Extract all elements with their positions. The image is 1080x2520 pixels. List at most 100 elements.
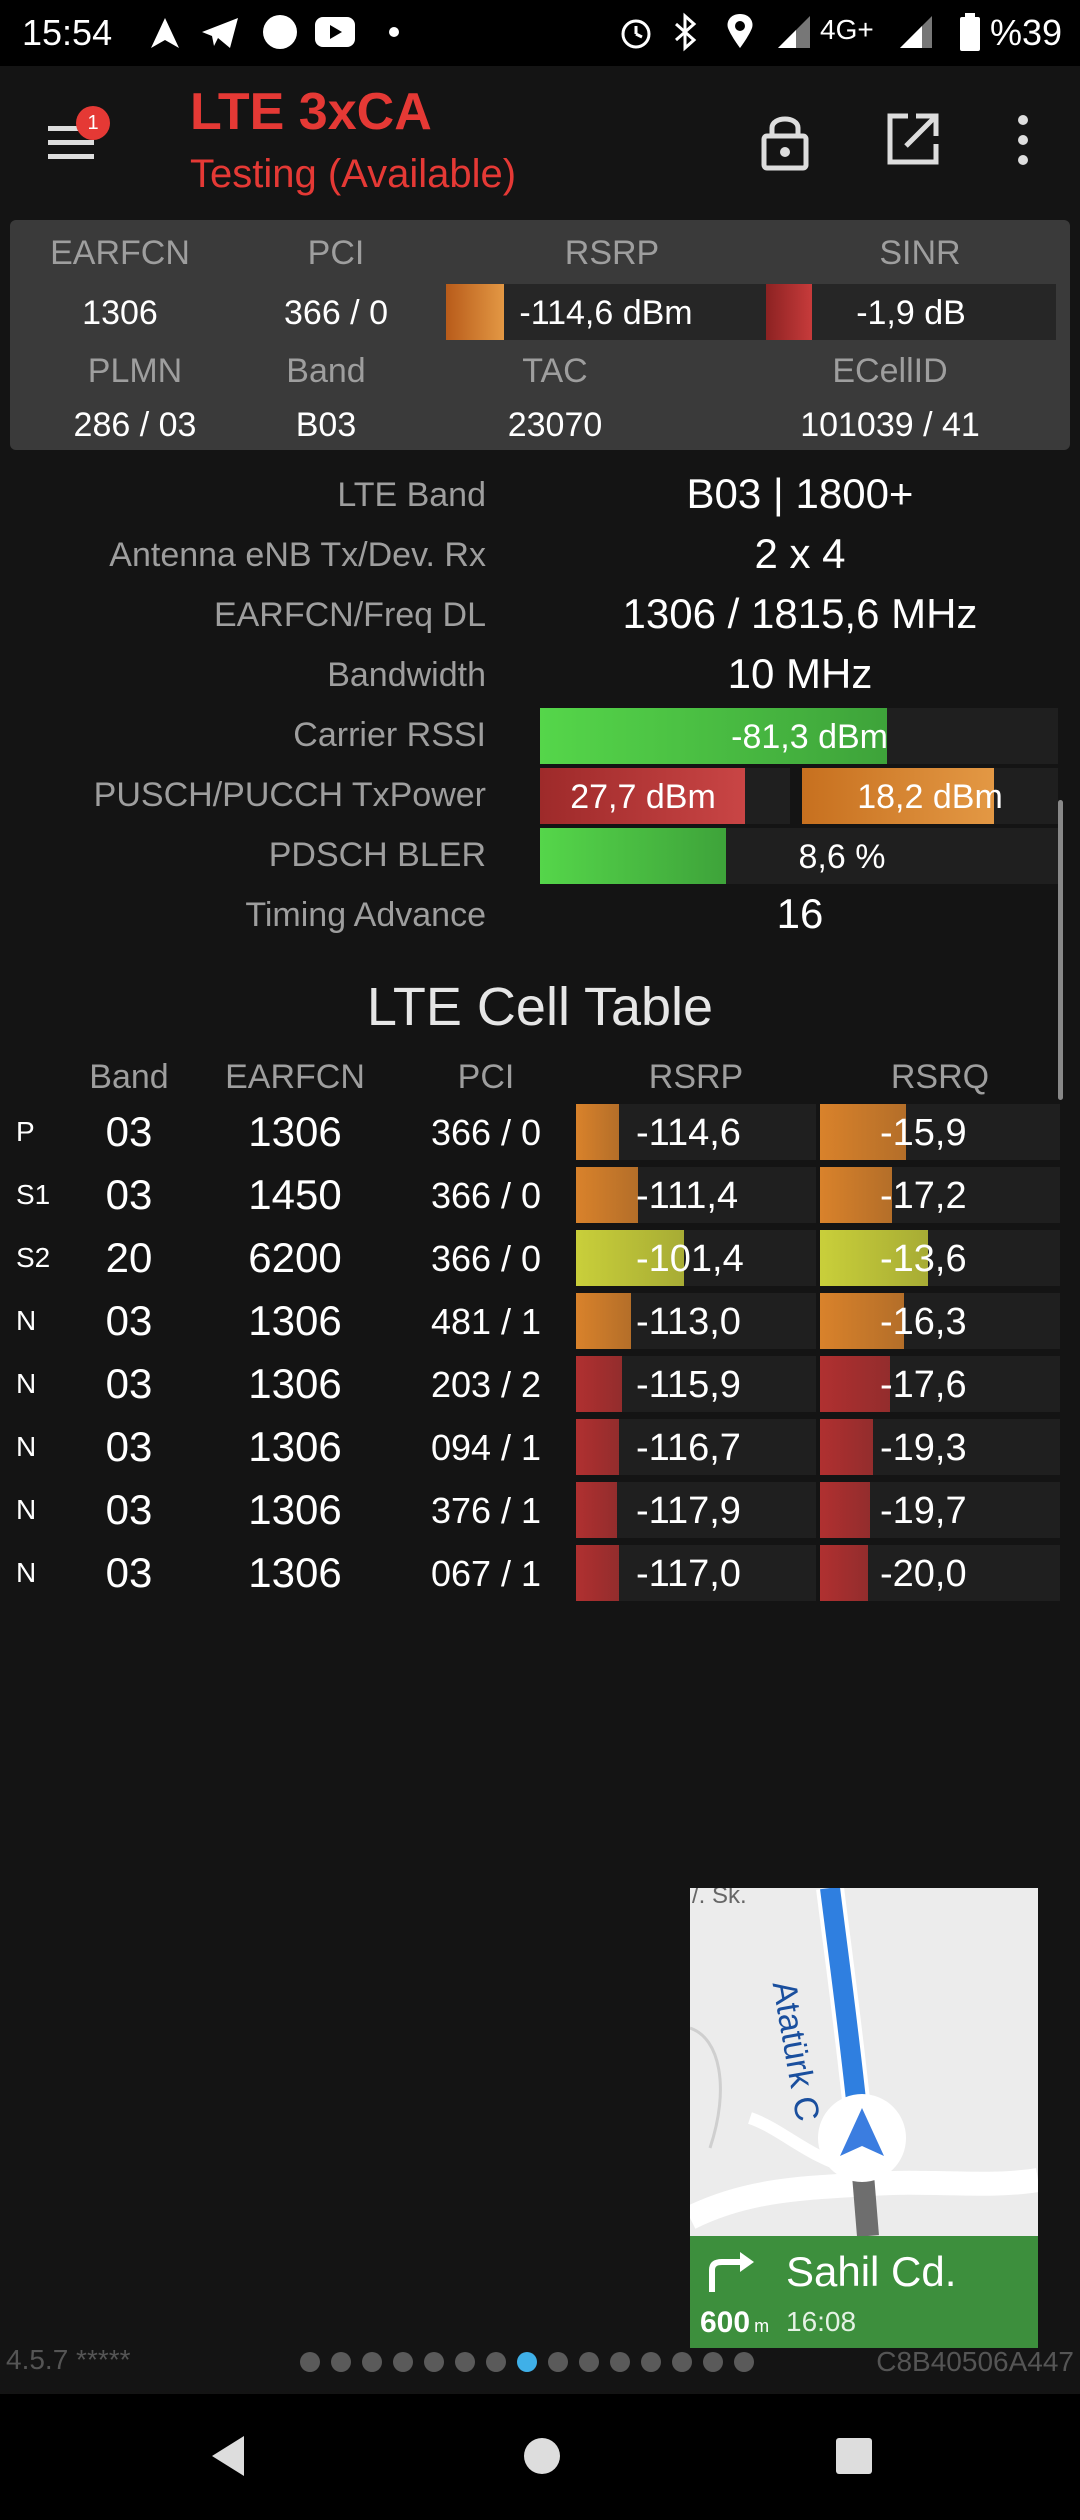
summary-band: B03 bbox=[295, 406, 357, 444]
cell-earfcn: 6200 bbox=[248, 1234, 342, 1281]
cell-earfcn: 1306 bbox=[248, 1108, 342, 1155]
back-icon[interactable] bbox=[208, 2434, 248, 2478]
page-dot[interactable] bbox=[548, 2352, 568, 2372]
page-dot[interactable] bbox=[362, 2352, 382, 2372]
page-dot[interactable] bbox=[610, 2352, 630, 2372]
summary-sinr: -1,9 dB bbox=[856, 294, 966, 332]
cell-type: N bbox=[16, 1557, 37, 1588]
cell-earfcn: 1450 bbox=[248, 1171, 342, 1218]
cell-pci: 366 / 0 bbox=[430, 1112, 542, 1153]
table-row: N 03 1306 203 / 2 -115,9 -17,6 bbox=[0, 1354, 1080, 1414]
table-row: P 03 1306 366 / 0 -114,6 -15,9 bbox=[0, 1102, 1080, 1162]
menu-button[interactable]: 1 bbox=[42, 106, 110, 172]
summary-header-pci: PCI bbox=[307, 234, 365, 272]
summary-header-ecellid: ECellID bbox=[832, 352, 948, 390]
cell-band: 03 bbox=[105, 1297, 153, 1344]
cell-rsrq: -16,3 bbox=[880, 1301, 967, 1343]
page-dot[interactable] bbox=[331, 2352, 351, 2372]
cell-rsrp: -117,0 bbox=[636, 1553, 741, 1595]
summary-ecellid: 101039 / 41 bbox=[800, 406, 980, 444]
summary-rsrp-bar: -114,6 dBm bbox=[446, 284, 766, 340]
page-dot[interactable] bbox=[424, 2352, 444, 2372]
cell-rsrq-bar: -16,3 bbox=[820, 1293, 1060, 1349]
page-dot[interactable] bbox=[393, 2352, 413, 2372]
cell-pci: 366 / 0 bbox=[430, 1238, 542, 1279]
cell-band: 03 bbox=[105, 1486, 153, 1533]
cell-rsrp-fill bbox=[576, 1482, 617, 1538]
cell-rsrp: -114,6 bbox=[636, 1112, 741, 1154]
notification-badge: 1 bbox=[76, 106, 110, 140]
lock-icon[interactable] bbox=[758, 110, 812, 172]
cell-type: N bbox=[16, 1368, 37, 1399]
antenna-label: Antenna eNB Tx/Dev. Rx bbox=[109, 536, 486, 574]
cell-type: N bbox=[16, 1305, 37, 1336]
summary-header-tac: TAC bbox=[522, 352, 588, 390]
page-dot[interactable] bbox=[734, 2352, 754, 2372]
cell-rsrq-bar: -15,9 bbox=[820, 1104, 1060, 1160]
distance-unit: m bbox=[754, 2316, 770, 2336]
table-row: N 03 1306 376 / 1 -117,9 -19,7 bbox=[0, 1480, 1080, 1540]
circle-icon bbox=[263, 15, 297, 49]
summary-header-sinr: SINR bbox=[879, 234, 961, 272]
cell-pci: 094 / 1 bbox=[430, 1427, 542, 1468]
table-row: N 03 1306 067 / 1 -117,0 -20,0 bbox=[0, 1543, 1080, 1603]
summary-panel: EARFCN PCI RSRP SINR 1306 366 / 0 -114,6… bbox=[10, 220, 1070, 450]
cell-type: N bbox=[16, 1494, 37, 1525]
system-nav-bar bbox=[0, 2394, 1080, 2520]
cell-rsrq-bar: -17,2 bbox=[820, 1167, 1060, 1223]
cell-rsrq: -19,7 bbox=[880, 1490, 967, 1532]
cell-rsrp: -117,9 bbox=[636, 1490, 741, 1532]
cell-rsrq-fill bbox=[820, 1482, 870, 1538]
signal-icon bbox=[900, 16, 932, 48]
page-dot[interactable] bbox=[703, 2352, 723, 2372]
page-dot[interactable] bbox=[641, 2352, 661, 2372]
page-dot-active[interactable] bbox=[517, 2352, 537, 2372]
cell-pci: 067 / 1 bbox=[430, 1553, 542, 1594]
timing-advance-value: 16 bbox=[776, 890, 824, 937]
cell-band: 03 bbox=[105, 1423, 153, 1470]
page-dot[interactable] bbox=[579, 2352, 599, 2372]
alarm-icon bbox=[621, 19, 651, 49]
open-external-icon[interactable] bbox=[884, 110, 942, 168]
cell-rsrq: -15,9 bbox=[880, 1112, 967, 1154]
turn-instruction: 600 m Sahil Cd. 16:08 bbox=[690, 2236, 1038, 2348]
youtube-icon bbox=[315, 17, 355, 47]
map-view bbox=[690, 1888, 1038, 2236]
page-indicator[interactable] bbox=[300, 2350, 780, 2374]
cell-earfcn: 1306 bbox=[248, 1486, 342, 1533]
summary-header-rsrp: RSRP bbox=[564, 234, 660, 272]
home-icon[interactable] bbox=[522, 2436, 562, 2476]
cell-rsrp-fill bbox=[576, 1356, 622, 1412]
cell-earfcn: 1306 bbox=[248, 1423, 342, 1470]
page-dot[interactable] bbox=[300, 2352, 320, 2372]
bler-bar: 8,6 % bbox=[540, 828, 1058, 884]
page-dot[interactable] bbox=[486, 2352, 506, 2372]
cell-rsrp-bar: -113,0 bbox=[576, 1293, 816, 1349]
cell-rsrq-bar: -19,3 bbox=[820, 1419, 1060, 1475]
pusch-bar: 27,7 dBm bbox=[540, 768, 790, 824]
recents-icon[interactable] bbox=[834, 2436, 874, 2476]
summary-header-plmn: PLMN bbox=[87, 352, 183, 390]
cell-rsrq: -17,2 bbox=[880, 1175, 967, 1217]
cell-rsrq: -19,3 bbox=[880, 1427, 967, 1469]
app-title: LTE 3xCA bbox=[190, 83, 432, 141]
navigation-overlay[interactable]: /. Sk. Atatürk C 600 m Sahil Cd. 16:08 bbox=[690, 1888, 1038, 2348]
page-dot[interactable] bbox=[672, 2352, 692, 2372]
cell-rsrp-fill bbox=[576, 1104, 619, 1160]
cell-type: S2 bbox=[16, 1242, 51, 1273]
turn-distance: 600 m bbox=[700, 2306, 769, 2340]
more-options-icon[interactable] bbox=[1008, 110, 1038, 170]
cell-earfcn: 1306 bbox=[248, 1360, 342, 1407]
cell-rsrp: -111,4 bbox=[636, 1175, 739, 1217]
telegram-icon bbox=[202, 18, 238, 48]
scrollbar[interactable] bbox=[1058, 800, 1063, 1100]
cell-rsrp-bar: -117,0 bbox=[576, 1545, 816, 1601]
navigation-icon bbox=[151, 18, 179, 48]
summary-header-earfcn: EARFCN bbox=[50, 234, 190, 272]
summary-sinr-bar: -1,9 dB bbox=[766, 284, 1056, 340]
eta: 16:08 bbox=[786, 2306, 857, 2337]
lte-band-value: B03 | 1800+ bbox=[686, 470, 914, 517]
col-header-rsrq: RSRQ bbox=[890, 1058, 990, 1096]
cell-rsrp-bar: -117,9 bbox=[576, 1482, 816, 1538]
page-dot[interactable] bbox=[455, 2352, 475, 2372]
